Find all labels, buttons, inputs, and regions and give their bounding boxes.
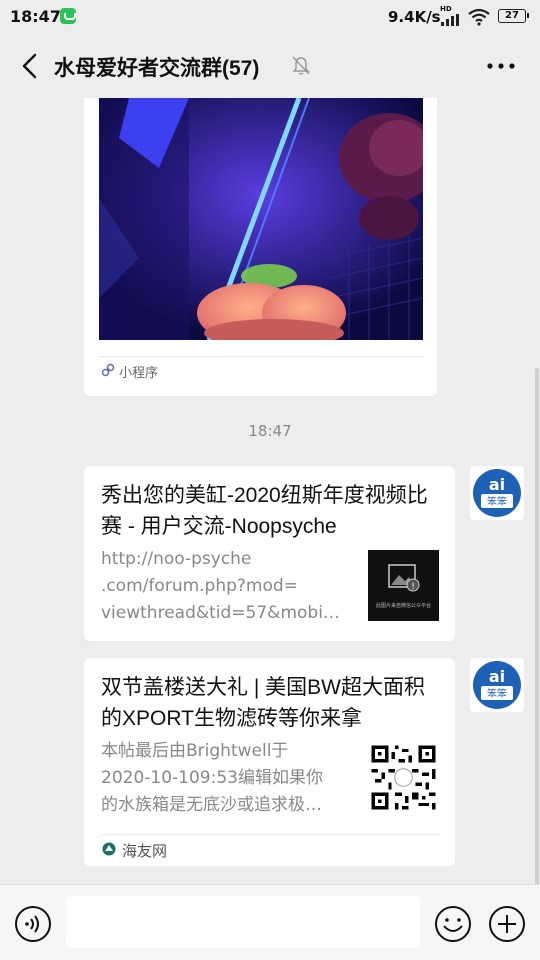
avatar[interactable]: ai 笨笨 xyxy=(470,466,524,520)
divider xyxy=(99,356,423,357)
link-description: 本帖最后由Brightwell于 2020-10-109:53编辑如果你 的水族… xyxy=(101,738,351,819)
link-description-line: 2020-10-109:53编辑如果你 xyxy=(101,768,323,788)
chat-message-list[interactable]: 小程序 18:47 秀出您的美缸-2020纽斯年度视频比赛 - 用户交流-Noo… xyxy=(0,98,540,884)
link-thumbnail: ! 此图片来自微信公众平台 xyxy=(368,550,439,621)
chevron-left-icon[interactable] xyxy=(18,52,44,80)
emoji-icon[interactable] xyxy=(434,905,472,943)
signal-icon xyxy=(441,14,459,26)
message-timestamp: 18:47 xyxy=(248,422,292,440)
qr-code-thumbnail xyxy=(368,742,439,813)
divider xyxy=(101,834,439,835)
svg-text:笨笨: 笨笨 xyxy=(487,495,507,508)
wifi-icon xyxy=(468,8,490,26)
mini-program-icon xyxy=(101,363,115,377)
mini-program-label: 小程序 xyxy=(119,366,159,381)
svg-text:ai: ai xyxy=(489,667,505,686)
hd-label: HD xyxy=(440,5,452,13)
link-title: 秀出您的美缸-2020纽斯年度视频比赛 - 用户交流-Noopsyche xyxy=(101,484,428,538)
chat-header: 水母爱好者交流群(57) xyxy=(0,34,540,98)
voice-icon[interactable] xyxy=(14,905,52,943)
status-bar: 18:47 9.4K/s HD 27 xyxy=(0,0,540,34)
link-description-line: .com/forum.php?mod= xyxy=(101,576,298,596)
wechat-status-icon xyxy=(60,8,76,24)
haiyou-logo-icon xyxy=(102,842,116,856)
mini-program-card[interactable]: 小程序 xyxy=(84,98,437,396)
chat-title[interactable]: 水母爱好者交流群(57) xyxy=(54,52,259,82)
battery-indicator: 27 xyxy=(498,9,529,23)
network-speed: 9.4K/s xyxy=(388,8,441,26)
scrollbar[interactable] xyxy=(535,368,539,884)
thumbnail-caption: 此图片来自微信公众平台 xyxy=(375,603,431,609)
link-description-line: 的水族箱是无底沙或追求极… xyxy=(101,795,322,815)
link-message-card[interactable]: 双节盖楼送大礼 | 美国BW超大面积的XPORT生物滤砖等你来拿 本帖最后由Br… xyxy=(84,658,455,866)
ellipsis-icon[interactable] xyxy=(484,56,518,76)
plus-icon[interactable] xyxy=(488,905,526,943)
svg-text:!: ! xyxy=(411,582,415,592)
avatar[interactable]: ai 笨笨 xyxy=(470,658,524,712)
link-description: http://noo-psyche .com/forum.php?mod= vi… xyxy=(101,546,351,627)
aquarium-photo xyxy=(99,98,423,340)
message-input[interactable] xyxy=(66,896,420,948)
svg-text:ai: ai xyxy=(489,475,505,494)
link-title: 双节盖楼送大礼 | 美国BW超大面积的XPORT生物滤砖等你来拿 xyxy=(101,676,425,730)
svg-text:笨笨: 笨笨 xyxy=(487,687,507,700)
link-description-line: 本帖最后由Brightwell于 xyxy=(101,741,289,761)
link-description-line: http://noo-psyche xyxy=(101,549,252,569)
link-message-card[interactable]: 秀出您的美缸-2020纽斯年度视频比赛 - 用户交流-Noopsyche htt… xyxy=(84,466,455,641)
broken-image-icon: ! xyxy=(388,564,420,592)
status-time: 18:47 xyxy=(10,7,61,26)
link-source: 海友网 xyxy=(122,842,168,860)
link-description-line: viewthread&tid=57&mobi… xyxy=(101,603,340,623)
bell-off-icon xyxy=(292,56,310,75)
input-bar xyxy=(0,884,540,960)
